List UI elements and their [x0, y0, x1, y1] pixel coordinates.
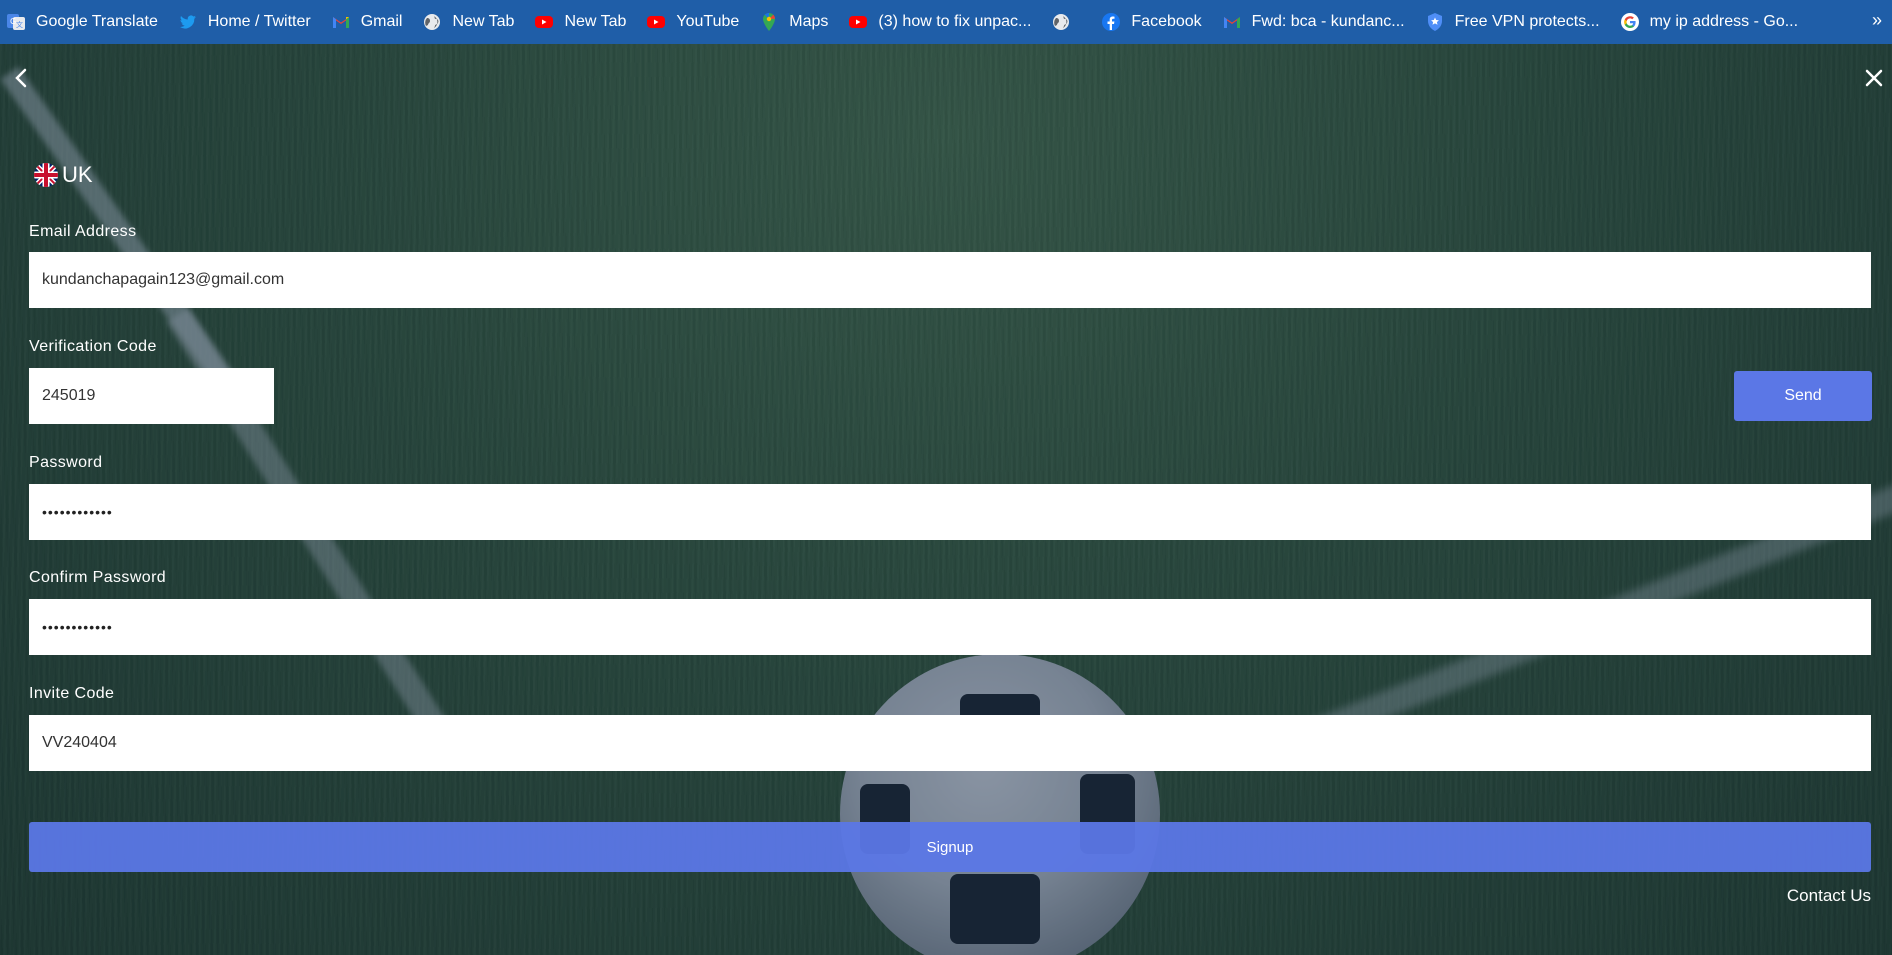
- svg-text:文: 文: [16, 20, 23, 29]
- uk-flag-icon: [34, 163, 58, 187]
- google-translate-icon: G文: [6, 12, 26, 32]
- bookmark-label: Maps: [789, 13, 829, 30]
- email-label: Email Address: [29, 223, 137, 240]
- youtube-icon: [848, 12, 868, 32]
- email-value: kundanchapagain123@gmail.com: [42, 271, 285, 288]
- verification-code-value: 245019: [42, 387, 96, 404]
- globe-icon: [1051, 12, 1071, 32]
- bookmark-label: Free VPN protects...: [1454, 13, 1600, 30]
- youtube-icon: [646, 12, 666, 32]
- bookmark-new-tab-youtube[interactable]: New Tab: [534, 12, 626, 32]
- bookmark-google-translate[interactable]: G文 Google Translate: [6, 12, 158, 32]
- email-field[interactable]: kundanchapagain123@gmail.com: [29, 252, 1871, 308]
- region-label: UK: [62, 162, 93, 187]
- bookmark-globe[interactable]: [1051, 12, 1081, 32]
- bookmark-facebook[interactable]: Facebook: [1101, 12, 1202, 32]
- region-selector[interactable]: UK: [34, 162, 93, 188]
- bookmark-free-vpn[interactable]: Free VPN protects...: [1425, 12, 1600, 32]
- bookmark-label: New Tab: [564, 13, 627, 30]
- password-field[interactable]: ••••••••••••: [29, 484, 1871, 540]
- signup-button[interactable]: Signup: [29, 822, 1871, 872]
- bookmark-label: New Tab: [452, 13, 515, 30]
- twitter-icon: [178, 12, 198, 32]
- bookmark-my-ip-address[interactable]: my ip address - Go...: [1620, 12, 1799, 32]
- bookmark-youtube-video[interactable]: (3) how to fix unpac...: [848, 12, 1031, 32]
- bookmarks-bar: G文 Google Translate Home / Twitter Gmail…: [0, 0, 1892, 44]
- bookmark-label: my ip address - Go...: [1649, 13, 1799, 30]
- bookmark-maps[interactable]: Maps: [759, 12, 828, 32]
- bookmark-label: Fwd: bca - kundanc...: [1251, 13, 1405, 30]
- bookmark-label: Facebook: [1131, 13, 1202, 30]
- bookmark-label: YouTube: [676, 13, 740, 30]
- bookmark-label: (3) how to fix unpac...: [878, 13, 1032, 30]
- facebook-icon: [1101, 12, 1121, 32]
- google-icon: [1620, 12, 1640, 32]
- confirm-password-value: ••••••••••••: [42, 619, 113, 635]
- bookmark-label: Gmail: [360, 13, 403, 30]
- bookmark-gmail-fwd[interactable]: Fwd: bca - kundanc...: [1222, 12, 1405, 32]
- confirm-password-label: Confirm Password: [29, 569, 167, 586]
- confirm-password-field[interactable]: ••••••••••••: [29, 599, 1871, 655]
- close-icon[interactable]: [1862, 66, 1886, 90]
- password-value: ••••••••••••: [42, 504, 113, 520]
- bookmark-new-tab[interactable]: New Tab: [422, 12, 514, 32]
- gmail-icon: [1222, 12, 1242, 32]
- back-arrow-icon[interactable]: [10, 66, 34, 90]
- password-label: Password: [29, 454, 103, 471]
- gmail-icon: [331, 12, 351, 32]
- verification-code-field[interactable]: 245019: [29, 368, 274, 424]
- bookmark-label: Google Translate: [36, 13, 158, 30]
- bookmark-twitter[interactable]: Home / Twitter: [178, 12, 311, 32]
- invite-code-field[interactable]: VV240404: [29, 715, 1871, 771]
- verification-code-label: Verification Code: [29, 338, 157, 355]
- invite-code-value: VV240404: [42, 734, 117, 751]
- contact-us-link[interactable]: Contact Us: [1787, 886, 1871, 906]
- shield-star-icon: [1425, 12, 1445, 32]
- invite-code-label: Invite Code: [29, 685, 115, 702]
- bookmark-youtube[interactable]: YouTube: [646, 12, 739, 32]
- globe-icon: [422, 12, 442, 32]
- youtube-icon: [534, 12, 554, 32]
- send-code-button[interactable]: Send: [1734, 371, 1872, 421]
- maps-icon: [759, 12, 779, 32]
- bookmark-gmail[interactable]: Gmail: [331, 12, 403, 32]
- bookmark-label: Home / Twitter: [207, 13, 311, 30]
- bookmarks-overflow-button[interactable]: »: [1872, 10, 1882, 31]
